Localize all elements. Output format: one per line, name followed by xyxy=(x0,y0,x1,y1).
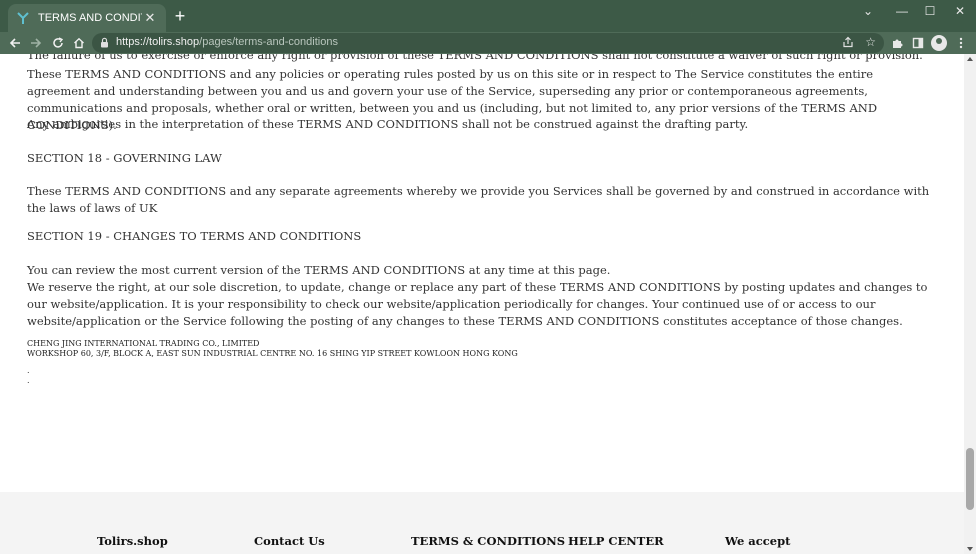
home-icon[interactable] xyxy=(70,34,88,52)
separator-dot-1: . xyxy=(27,366,30,375)
site-footer: Tolirs.shop Contact Us TERMS & CONDITION… xyxy=(0,492,964,554)
extensions-puzzle-icon[interactable] xyxy=(889,35,905,51)
browser-title-bar: TERMS AND CONDITIONS ✕ + ⌄ — ☐ ✕ xyxy=(0,0,976,32)
address-bar[interactable]: https://tolirs.shop/pages/terms-and-cond… xyxy=(92,33,884,53)
lock-icon[interactable] xyxy=(100,37,109,48)
footer-column-store: Tolirs.shop xyxy=(97,534,168,548)
waiver-text-partial: The failure of us to exercise or enforce… xyxy=(27,54,923,62)
tab-search-icon[interactable]: ⌄ xyxy=(854,2,882,22)
section-18-text: These TERMS AND CONDITIONS and any separ… xyxy=(27,184,930,215)
section-19-heading: SECTION 19 - CHANGES TO TERMS AND CONDIT… xyxy=(27,229,362,243)
section-19-paragraph-2: We reserve the right, at our sole discre… xyxy=(27,280,928,328)
footer-column-help[interactable]: HELP CENTER xyxy=(568,534,664,548)
footer-column-contact[interactable]: Contact Us xyxy=(254,534,325,548)
side-panel-icon[interactable] xyxy=(910,35,926,51)
separator-dot-2: . xyxy=(27,376,30,385)
tab-title: TERMS AND CONDITIONS xyxy=(38,12,142,24)
section-19-paragraph-1: You can review the most current version … xyxy=(27,263,611,277)
ambiguities-paragraph: Any ambiguities in the interpretation of… xyxy=(27,117,749,131)
scroll-thumb[interactable] xyxy=(966,448,974,510)
url-path: /pages/terms-and-conditions xyxy=(199,36,338,48)
url-host: https://tolirs.shop xyxy=(116,36,200,48)
company-name: CHENG JING INTERNATIONAL TRADING CO., LI… xyxy=(27,339,260,348)
scroll-up-arrow-icon[interactable] xyxy=(967,57,973,61)
maximize-button[interactable]: ☐ xyxy=(916,2,944,22)
back-arrow-icon[interactable] xyxy=(6,34,24,52)
bookmark-star-icon[interactable]: ☆ xyxy=(865,35,876,49)
scroll-down-arrow-icon[interactable] xyxy=(967,547,973,551)
page-scrollbar[interactable] xyxy=(964,54,976,554)
url-text[interactable]: https://tolirs.shop/pages/terms-and-cond… xyxy=(116,36,338,48)
minimize-button[interactable]: — xyxy=(888,2,916,22)
company-address: WORKSHOP 60, 3/F, BLOCK A, EAST SUN INDU… xyxy=(27,349,518,358)
site-favicon-icon xyxy=(17,12,29,24)
page-viewport: The failure of us to exercise or enforce… xyxy=(0,54,964,554)
footer-column-terms[interactable]: TERMS & CONDITIONS xyxy=(411,534,565,548)
browser-menu-icon[interactable] xyxy=(953,35,969,51)
reload-icon[interactable] xyxy=(49,34,67,52)
tab-close-icon[interactable]: ✕ xyxy=(142,10,158,26)
share-icon[interactable] xyxy=(842,36,854,48)
forward-arrow-icon[interactable] xyxy=(27,34,45,52)
section-18-heading: SECTION 18 - GOVERNING LAW xyxy=(27,151,222,165)
browser-toolbar: https://tolirs.shop/pages/terms-and-cond… xyxy=(0,32,976,54)
browser-tab[interactable]: TERMS AND CONDITIONS ✕ xyxy=(8,4,166,32)
profile-avatar-icon[interactable] xyxy=(931,35,947,51)
new-tab-button[interactable]: + xyxy=(170,6,190,26)
close-window-button[interactable]: ✕ xyxy=(946,2,974,22)
footer-column-payment: We accept xyxy=(725,534,791,548)
